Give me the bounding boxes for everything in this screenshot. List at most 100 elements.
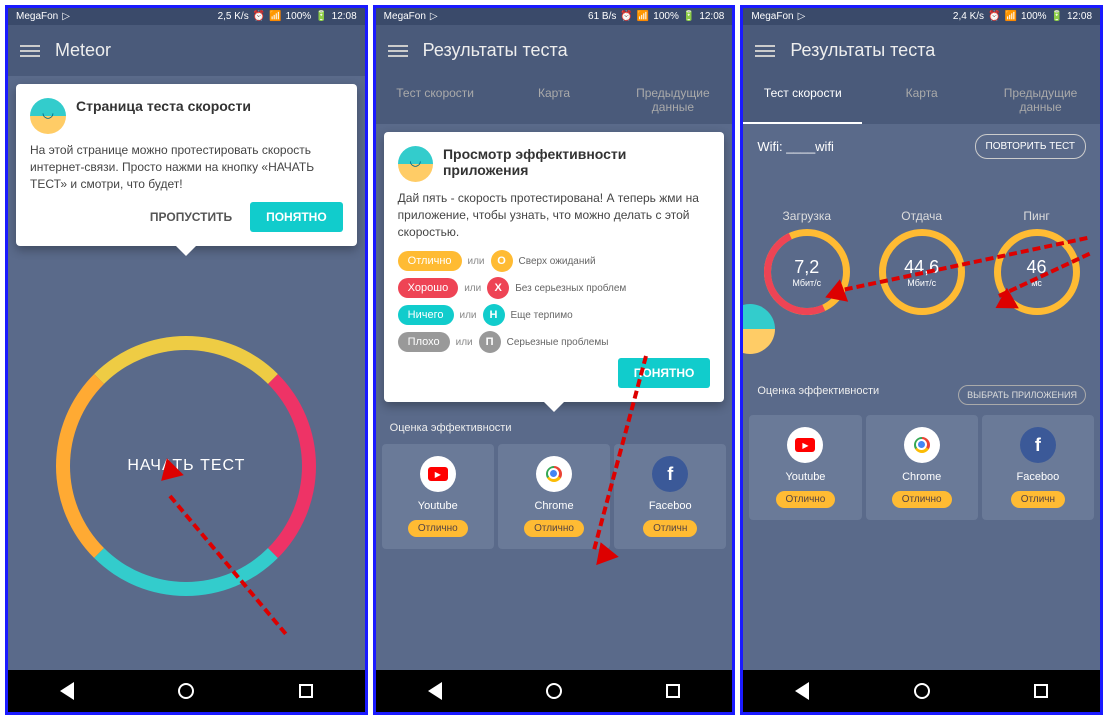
nav-bar bbox=[743, 670, 1100, 712]
status-bar: MegaFon ▷ 61 B/s ⏰ 📶 100% 🔋 12:08 bbox=[376, 8, 733, 25]
recent-icon[interactable] bbox=[666, 684, 680, 698]
menu-icon[interactable] bbox=[388, 45, 408, 57]
home-icon[interactable] bbox=[914, 683, 930, 699]
megafon-icon: ▷ bbox=[62, 11, 70, 22]
battery-label: 100% bbox=[1021, 11, 1047, 22]
tab-map[interactable]: Карта bbox=[495, 76, 614, 124]
phone-screen-3: MegaFon ▷ 2,4 K/s ⏰ 📶 100% 🔋 12:08 Резул… bbox=[740, 5, 1103, 715]
nav-bar bbox=[8, 670, 365, 712]
megafon-icon: ▷ bbox=[798, 11, 806, 22]
app-card-facebook[interactable]: Faceboo Отличн bbox=[614, 444, 726, 549]
status-bar: MegaFon ▷ 2,4 K/s ⏰ 📶 100% 🔋 12:08 bbox=[743, 8, 1100, 25]
metric-upload: Отдача 44,6 Мбит/с bbox=[879, 209, 965, 315]
mascot-icon bbox=[398, 146, 433, 182]
back-icon[interactable] bbox=[428, 682, 442, 700]
clock-label: 12:08 bbox=[1067, 11, 1092, 22]
choose-apps-button[interactable]: ВЫБРАТЬ ПРИЛОЖЕНИЯ bbox=[958, 385, 1086, 405]
battery-icon: 🔋 bbox=[683, 11, 695, 22]
app-bar: Результаты теста bbox=[743, 25, 1100, 76]
back-icon[interactable] bbox=[795, 682, 809, 700]
alarm-icon: ⏰ bbox=[253, 11, 265, 22]
recent-icon[interactable] bbox=[1034, 684, 1048, 698]
youtube-icon bbox=[787, 427, 823, 463]
signal-icon: 📶 bbox=[637, 11, 649, 22]
legend-good: Хорошо или Х Без серьезных проблем bbox=[398, 277, 711, 299]
tab-map[interactable]: Карта bbox=[862, 76, 981, 124]
app-title: Результаты теста bbox=[423, 40, 568, 61]
apps-row: Youtube Отлично Chrome Отлично Faceboo О… bbox=[743, 415, 1100, 520]
status-bar: MegaFon ▷ 2,5 K/s ⏰ 📶 100% 🔋 12:08 bbox=[8, 8, 365, 25]
wifi-label: Wifi: bbox=[757, 139, 782, 154]
battery-label: 100% bbox=[286, 11, 312, 22]
carrier-label: MegaFon bbox=[751, 11, 793, 22]
ok-button[interactable]: ПОНЯТНО bbox=[250, 202, 343, 232]
menu-icon[interactable] bbox=[755, 45, 775, 57]
data-speed: 2,4 K/s bbox=[953, 11, 984, 22]
app-bar: Meteor bbox=[8, 25, 365, 76]
app-bar: Результаты теста bbox=[376, 25, 733, 76]
content-area: Просмотр эффективности приложения Дай пя… bbox=[376, 124, 733, 670]
skip-button[interactable]: ПРОПУСТИТЬ bbox=[140, 202, 242, 232]
tab-speed[interactable]: Тест скорости bbox=[743, 76, 862, 124]
chrome-icon bbox=[536, 456, 572, 492]
phone-screen-1: MegaFon ▷ 2,5 K/s ⏰ 📶 100% 🔋 12:08 Meteo… bbox=[5, 5, 368, 715]
clock-label: 12:08 bbox=[699, 11, 724, 22]
ok-button[interactable]: ПОНЯТНО bbox=[618, 358, 711, 388]
data-speed: 61 B/s bbox=[588, 11, 616, 22]
popup-heading: Страница теста скорости bbox=[76, 98, 251, 114]
app-card-youtube[interactable]: Youtube Отлично bbox=[382, 444, 494, 549]
alarm-icon: ⏰ bbox=[620, 11, 632, 22]
phone-screen-2: MegaFon ▷ 61 B/s ⏰ 📶 100% 🔋 12:08 Резуль… bbox=[373, 5, 736, 715]
repeat-test-button[interactable]: ПОВТОРИТЬ ТЕСТ bbox=[975, 134, 1087, 159]
alarm-icon: ⏰ bbox=[988, 11, 1000, 22]
facebook-icon bbox=[1020, 427, 1056, 463]
menu-icon[interactable] bbox=[20, 45, 40, 57]
content-area: Страница теста скорости На этой странице… bbox=[8, 76, 365, 670]
metric-ping: Пинг 46 мс bbox=[994, 209, 1080, 315]
legend-excellent: Отлично или О Сверх ожиданий bbox=[398, 250, 711, 272]
popup-body: На этой странице можно протестировать ск… bbox=[30, 142, 343, 192]
app-title: Результаты теста bbox=[790, 40, 935, 61]
eff-label: Оценка эффективности bbox=[757, 385, 879, 405]
app-card-youtube[interactable]: Youtube Отлично bbox=[749, 415, 861, 520]
eff-label: Оценка эффективности bbox=[390, 422, 512, 434]
app-card-facebook[interactable]: Faceboo Отличн bbox=[982, 415, 1094, 520]
home-icon[interactable] bbox=[546, 683, 562, 699]
data-speed: 2,5 K/s bbox=[218, 11, 249, 22]
youtube-icon bbox=[420, 456, 456, 492]
tutorial-popup: Просмотр эффективности приложения Дай пя… bbox=[384, 132, 725, 402]
signal-icon: 📶 bbox=[1005, 11, 1017, 22]
tabs: Тест скорости Карта Предыдущие данные bbox=[743, 76, 1100, 124]
chrome-icon bbox=[904, 427, 940, 463]
legend-ok: Ничего или Н Еще терпимо bbox=[398, 304, 711, 326]
metric-download: Загрузка 7,2 Мбит/с bbox=[764, 209, 850, 315]
battery-label: 100% bbox=[653, 11, 679, 22]
wifi-row: Wifi: ____wifi ПОВТОРИТЬ ТЕСТ bbox=[743, 124, 1100, 169]
nav-bar bbox=[376, 670, 733, 712]
metrics-row: Загрузка 7,2 Мбит/с Отдача 44,6 Мбит/с П… bbox=[743, 209, 1100, 315]
app-card-chrome[interactable]: Chrome Отлично bbox=[498, 444, 610, 549]
signal-icon: 📶 bbox=[269, 11, 281, 22]
test-ring[interactable]: НАЧАТЬ ТЕСТ bbox=[56, 336, 316, 596]
recent-icon[interactable] bbox=[299, 684, 313, 698]
apps-header: Оценка эффективности ВЫБРАТЬ ПРИЛОЖЕНИЯ bbox=[743, 375, 1100, 415]
home-icon[interactable] bbox=[178, 683, 194, 699]
app-card-chrome[interactable]: Chrome Отлично bbox=[866, 415, 978, 520]
battery-icon: 🔋 bbox=[315, 11, 327, 22]
megafon-icon: ▷ bbox=[430, 11, 438, 22]
apps-row: Youtube Отлично Chrome Отлично Faceboo О… bbox=[376, 444, 733, 549]
popup-body: Дай пять - скорость протестирована! А те… bbox=[398, 190, 711, 240]
app-title: Meteor bbox=[55, 40, 111, 61]
tab-prev[interactable]: Предыдущие данные bbox=[981, 76, 1100, 124]
back-icon[interactable] bbox=[60, 682, 74, 700]
legend-bad: Плохо или П Серьезные проблемы bbox=[398, 331, 711, 353]
tab-prev[interactable]: Предыдущие данные bbox=[613, 76, 732, 124]
wifi-name: ____wifi bbox=[786, 139, 834, 154]
carrier-label: MegaFon bbox=[16, 11, 58, 22]
tutorial-popup: Страница теста скорости На этой странице… bbox=[16, 84, 357, 246]
carrier-label: MegaFon bbox=[384, 11, 426, 22]
battery-icon: 🔋 bbox=[1051, 11, 1063, 22]
tab-speed[interactable]: Тест скорости bbox=[376, 76, 495, 124]
facebook-icon bbox=[652, 456, 688, 492]
popup-heading: Просмотр эффективности приложения bbox=[443, 146, 710, 178]
